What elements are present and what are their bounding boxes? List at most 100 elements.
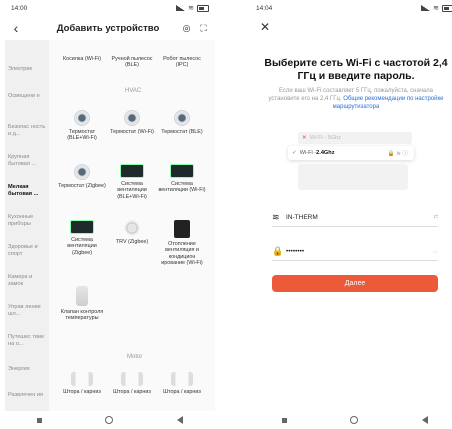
device-label: Штора / карниз [163,389,201,395]
curtain-icon [71,372,93,386]
ventilation-panel-icon [170,164,194,178]
thermostat-icon [124,110,140,126]
sidebar-item-kitchen[interactable]: Кухонные приборы [5,214,51,228]
device-label: Система вентиляции (BLE+Wi-Fi) [117,181,147,200]
device-tile[interactable]: Клапан контроля температуры [57,286,107,322]
device-label: Штора / карниз [113,389,151,395]
curtain-icon [121,372,143,386]
device-tile[interactable]: Робот пылесос (IPC) [157,56,207,69]
sidebar-item-health[interactable]: Здоровье и спорт [5,244,51,258]
status-bar: 14:00 ≋ [5,0,215,16]
device-label: Штора / карниз [63,389,101,395]
valve-icon [76,286,88,306]
wifi-24ghz-prefix: Wi-Fi - [299,150,317,156]
sidebar-item-camera-lock[interactable]: Камера и замок [5,274,51,288]
device-label: Система вентиляции (Wi-Fi) [158,181,206,194]
show-password-icon[interactable]: ◡ [433,248,438,254]
device-tile[interactable]: Косилка (Wi-Fi) [57,56,107,62]
battery-icon [442,4,452,12]
password-value: •••••••• [286,247,305,255]
wifi-5ghz-label: Wi-Fi - 5Ghz [309,135,342,141]
device-tile[interactable]: Штора / карниз [107,372,157,395]
wifi-status-icon: ≋ [433,5,439,12]
curtain-icon [171,372,193,386]
sidebar-item-lighting[interactable]: Освещени е [5,93,51,100]
device-tile[interactable]: Отопление вентиляция и кондицион ировани… [157,220,207,267]
close-icon[interactable]: ✕ [260,20,270,34]
back-nav-icon[interactable] [177,416,184,424]
ventilation-panel-icon [120,164,144,178]
router-settings-link[interactable]: Общие рекомендации по настройке маршрути… [333,96,444,110]
thermostat-icon [74,110,90,126]
device-tile[interactable]: Система вентиляции (Wi-Fi) [157,164,207,194]
device-label: Термостат (BLE+Wi-Fi) [67,129,97,142]
trv-icon [124,220,140,236]
device-label: Система вентиляции (Zigbee) [67,237,97,256]
device-tile[interactable]: Термостат (Wi-Fi) [107,110,157,135]
next-button[interactable]: Далее [272,275,438,292]
signal-icon [176,5,186,11]
password-field[interactable]: 🔒 •••••••• ◡ [272,242,438,261]
wifi-setup-screen: 14:04 ≋ ✕ Выберите сеть Wi-Fi с частотой… [250,0,452,429]
sidebar-item-security[interactable]: Безопас ность и д... [5,124,51,138]
thermostat-icon [74,164,90,180]
description: Если ваш Wi-Fi составляет 5 ГГц, пожалуй… [266,87,446,111]
ventilation-panel-icon [70,220,94,234]
sidebar-item-electric[interactable]: Электрик [5,66,51,73]
device-label: Клапан контроля температуры [60,309,104,322]
device-tile[interactable]: Термостат (BLE) [157,110,207,135]
device-grid: Косилка (Wi-Fi) Ручной пылесос (BLE) Роб… [49,40,215,411]
page-title: Выберите сеть Wi-Fi с частотой 2,4 ГГц и… [264,57,448,82]
scan-nearby-icon[interactable]: ◎ [181,23,192,34]
back-icon[interactable]: ‹ [5,20,27,36]
section-label-motor: Motor [127,354,143,360]
device-label: TRV (Zigbee) [115,239,149,245]
sidebar-item-entertainment[interactable]: Развлечен ия [5,392,51,399]
header: ‹ Добавить устройство ◎ ⛶ [5,16,215,40]
device-tile[interactable]: Ручной пылесос (BLE) [107,56,157,69]
wifi-5ghz-card: ✕ Wi-Fi - 5Ghz [298,132,412,144]
device-label: Косилка (Wi-Fi) [62,56,102,62]
sidebar-item-small-appliances[interactable]: Мелкая бытовая ... [5,184,51,198]
device-tile[interactable]: Система вентиляции (BLE+Wi-Fi) [107,164,157,200]
sidebar-item-large-appliances[interactable]: Крупная бытовая ... [5,154,51,168]
page-title: Добавить устройство [56,22,160,34]
ssid-value: IN-THERM [286,213,318,221]
cross-icon: ✕ [302,135,307,141]
check-icon: ✓ [292,150,297,156]
wifi-status-icon: ≋ [188,5,194,12]
device-label: Ручной пылесос (BLE) [111,56,153,69]
device-label: Робот пылесос (IPC) [163,56,201,69]
home-icon[interactable] [350,416,359,424]
recents-icon[interactable] [281,417,287,423]
recents-icon[interactable] [36,417,42,423]
device-label: Термостат (Zigbee) [58,183,106,189]
device-tile[interactable]: Термостат (Zigbee) [57,164,107,189]
device-list-screen: 14:00 ≋ ‹ Добавить устройство ◎ ⛶ Электр… [5,0,215,429]
signal-icon [421,5,431,11]
placeholder-card [298,164,408,190]
device-tile[interactable]: Система вентиляции (Zigbee) [57,220,107,256]
sidebar-item-gateway[interactable]: Управ ление шл... [5,304,51,318]
qr-scan-icon[interactable]: ⛶ [198,23,209,34]
device-tile[interactable]: Штора / карниз [57,372,107,395]
device-label: Отопление вентиляция и кондицион ировани… [161,241,203,267]
status-bar: 14:04 ≋ [250,0,452,16]
thermostat-icon [174,110,190,126]
hvac-controller-icon [174,220,190,238]
device-tile[interactable]: Штора / карниз [157,372,207,395]
device-tile[interactable]: Термостат (BLE+Wi-Fi) [57,110,107,142]
back-nav-icon[interactable] [422,416,429,424]
switch-network-icon[interactable]: ⇄ [433,214,438,220]
sidebar-item-travel[interactable]: Путешес твие на о... [5,334,51,348]
sidebar-item-energy[interactable]: Энергия [5,366,51,373]
status-time: 14:04 [256,4,273,12]
wifi-band-illustration: ✕ Wi-Fi - 5Ghz ✓ Wi-Fi - 2.4Ghz 🔒 ≋ ⓘ [288,130,424,194]
wifi-24ghz-card: ✓ Wi-Fi - 2.4Ghz 🔒 ≋ ⓘ [288,146,414,160]
ssid-field[interactable]: ≋ IN-THERM ⇄ [272,208,438,227]
lock-icon: 🔒 [272,245,284,256]
home-icon[interactable] [105,416,114,424]
android-navbar [5,411,215,429]
device-label: Термостат (BLE) [161,129,203,135]
device-tile[interactable]: TRV (Zigbee) [107,220,157,245]
